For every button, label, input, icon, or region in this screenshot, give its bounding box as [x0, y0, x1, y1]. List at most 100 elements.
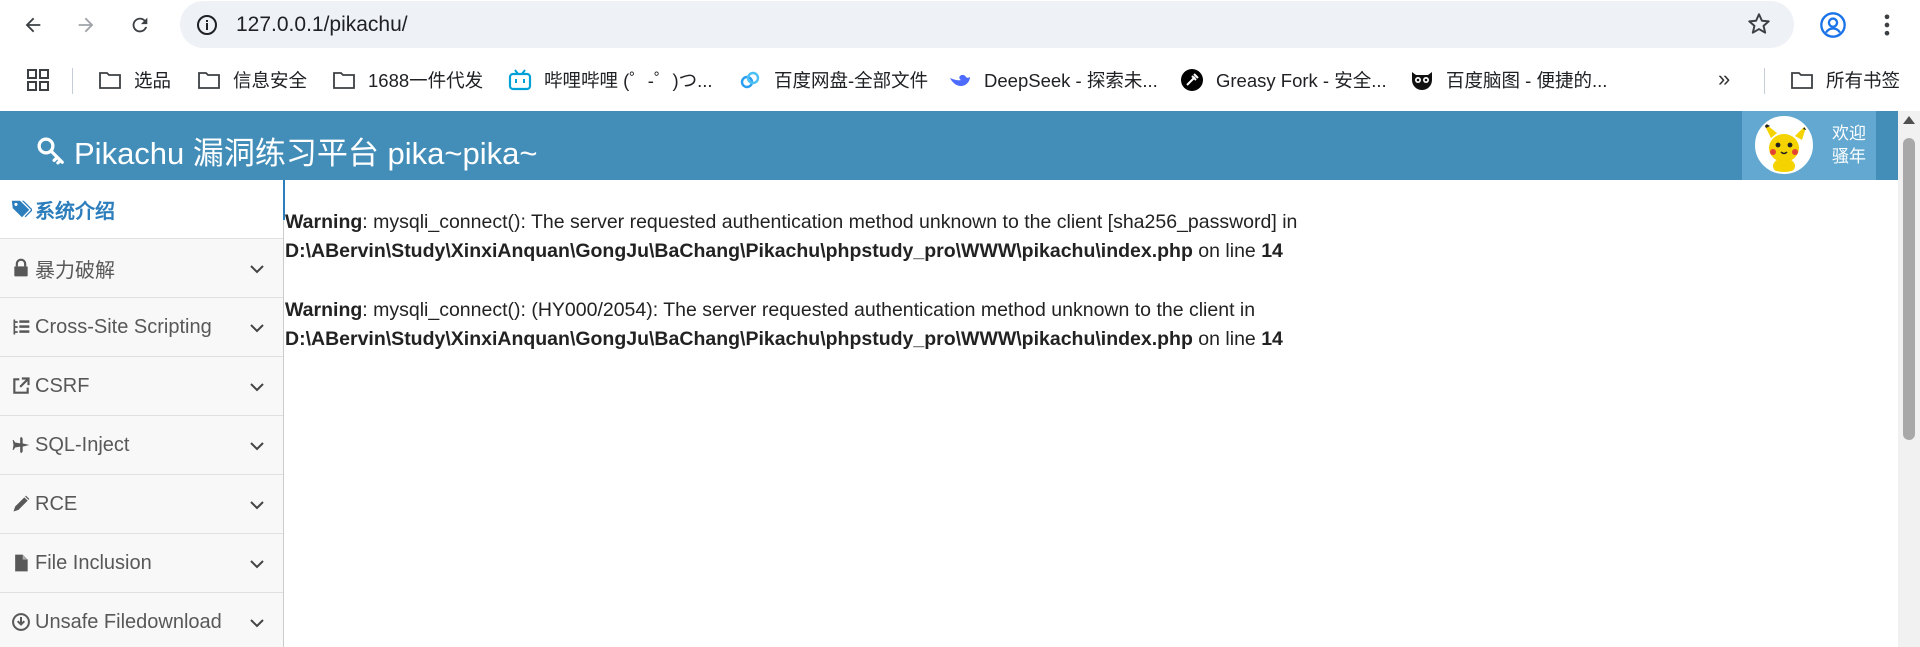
page-scrollbar[interactable] — [1898, 111, 1920, 647]
kebab-menu-icon[interactable] — [1873, 11, 1901, 39]
info-icon[interactable] — [195, 13, 219, 37]
bilibili-icon — [508, 68, 532, 92]
bookmarks-bar: 选品 信息安全 1688一件代发 哔哩哔哩 (゜-゜)つ... 百度网盘-全部文… — [0, 58, 1920, 103]
browser-toolbar: 127.0.0.1/pikachu/ — [0, 0, 1920, 50]
bookmark-item[interactable]: 选品 — [98, 64, 171, 96]
bookmark-item[interactable]: 百度网盘-全部文件 — [738, 64, 928, 96]
bookmarks-divider — [72, 68, 73, 94]
bookmark-label: 百度网盘-全部文件 — [774, 70, 929, 91]
sidebar-item-label: Unsafe Filedownload — [35, 610, 222, 633]
arrow-left-icon — [25, 17, 41, 33]
bookmark-item[interactable]: Greasy Fork - 安全... — [1180, 64, 1387, 96]
chevron-down-icon — [250, 324, 264, 333]
all-bookmarks[interactable]: 所有书签 — [1790, 64, 1900, 96]
sidebar-item-label: File Inclusion — [35, 551, 152, 574]
bookmark-label: 百度脑图 - 便捷的... — [1446, 70, 1608, 91]
sidebar-item-csrf[interactable]: CSRF — [0, 357, 283, 416]
reload-icon — [132, 17, 148, 33]
bookmark-label: Greasy Fork - 安全... — [1216, 70, 1387, 91]
sidebar-item-sql-inject[interactable]: SQL-Inject — [0, 416, 283, 475]
avatar — [1755, 116, 1813, 174]
scroll-up-arrow-icon[interactable] — [1903, 116, 1915, 124]
pencil-icon — [10, 493, 32, 515]
chevron-down-icon — [250, 501, 264, 510]
sidebar-item-brute-force[interactable]: 暴力破解 — [0, 239, 283, 298]
bookmarks-overflow-icon[interactable]: » — [1718, 66, 1730, 92]
user-greeting: 欢迎 骚年 — [1832, 122, 1866, 168]
greeting-line: 欢迎 — [1832, 124, 1866, 143]
deepseek-icon — [948, 68, 972, 92]
pikachu-avatar-icon — [1763, 122, 1807, 172]
baidu-netdisk-icon — [738, 68, 762, 92]
sidebar-item-unsafe-filedownload[interactable]: Unsafe Filedownload — [0, 593, 283, 647]
warning-line-number: 14 — [1261, 240, 1283, 262]
main-content: Warning: mysqli_connect(): The server re… — [285, 180, 1898, 647]
sidebar-item-file-inclusion[interactable]: File Inclusion — [0, 534, 283, 593]
sidebar-item-xss[interactable]: Cross-Site Scripting — [0, 298, 283, 357]
warning-message: Warning: mysqli_connect(): The server re… — [285, 208, 1297, 266]
bookmark-item[interactable]: 信息安全 — [197, 64, 307, 96]
username: 骚年 — [1832, 147, 1866, 166]
baidu-naotu-icon — [1410, 68, 1434, 92]
sidebar: 系统介绍 暴力破解 Cross-Site Scripting CSRF SQL-… — [0, 180, 284, 647]
sidebar-item-label: 暴力破解 — [35, 259, 115, 282]
chevron-down-icon — [250, 383, 264, 392]
sidebar-item-rce[interactable]: RCE — [0, 475, 283, 534]
scroll-thumb[interactable] — [1903, 138, 1915, 440]
folder-icon — [98, 68, 122, 92]
star-icon[interactable] — [1746, 11, 1772, 37]
warning-path: D:\ABervin\Study\XinxiAnquan\GongJu\BaCh… — [285, 328, 1193, 350]
warning-label: Warning — [285, 211, 363, 233]
sidebar-item-label: RCE — [35, 492, 78, 515]
warning-on-line: on line — [1192, 240, 1262, 262]
greasyfork-icon — [1180, 68, 1204, 92]
url-text[interactable]: 127.0.0.1/pikachu/ — [236, 13, 408, 37]
chevron-down-icon — [250, 619, 264, 628]
list-tree-icon — [10, 316, 32, 338]
reload-button[interactable] — [124, 9, 156, 41]
warning-on-line: on line — [1192, 328, 1262, 350]
back-button[interactable] — [17, 9, 49, 41]
forward-button[interactable] — [70, 9, 102, 41]
sidebar-item-label: 系统介绍 — [35, 200, 115, 223]
profile-icon[interactable] — [1819, 11, 1847, 39]
warning-text: : mysqli_connect(): The server requested… — [362, 211, 1298, 233]
bookmark-label: 哔哩哔哩 (゜-゜)つ... — [544, 70, 713, 91]
arrow-right-icon — [78, 17, 94, 33]
warning-line-number: 14 — [1261, 328, 1283, 350]
address-bar[interactable]: 127.0.0.1/pikachu/ — [180, 1, 1794, 48]
sidebar-item-label: SQL-Inject — [35, 433, 130, 456]
sidebar-item-intro[interactable]: 系统介绍 — [0, 180, 283, 239]
user-menu[interactable]: 欢迎 骚年 — [1742, 111, 1876, 180]
app-header: Pikachu 漏洞练习平台 pika~pika~ 欢迎 骚年 — [0, 111, 1898, 180]
tags-icon — [10, 198, 32, 220]
sidebar-item-label: CSRF — [35, 374, 90, 397]
download-circle-icon — [10, 611, 32, 633]
bookmark-label: 选品 — [134, 70, 172, 91]
bookmark-item[interactable]: 1688一件代发 — [332, 64, 483, 96]
bookmark-label: 信息安全 — [233, 70, 308, 91]
folder-icon — [1790, 68, 1814, 92]
warning-message: Warning: mysqli_connect(): (HY000/2054):… — [285, 296, 1283, 354]
bookmarks-divider — [1764, 68, 1765, 94]
app-title: Pikachu 漏洞练习平台 pika~pika~ — [74, 136, 538, 171]
folder-icon — [332, 68, 356, 92]
apps-grid-icon[interactable] — [26, 68, 50, 92]
key-icon — [37, 137, 64, 164]
warning-label: Warning — [285, 299, 363, 321]
sidebar-item-label: Cross-Site Scripting — [35, 315, 212, 338]
bookmark-item[interactable]: DeepSeek - 探索未... — [948, 64, 1158, 96]
warning-path: D:\ABervin\Study\XinxiAnquan\GongJu\BaCh… — [285, 240, 1193, 262]
bookmark-item[interactable]: 哔哩哔哩 (゜-゜)つ... — [508, 64, 713, 96]
bookmark-label: DeepSeek - 探索未... — [984, 70, 1158, 91]
app-brand[interactable]: Pikachu 漏洞练习平台 pika~pika~ — [36, 128, 537, 173]
warning-text: : mysqli_connect(): (HY000/2054): The se… — [362, 299, 1256, 321]
plane-icon — [10, 434, 32, 456]
lock-icon — [10, 257, 32, 279]
bookmark-item[interactable]: 百度脑图 - 便捷的... — [1410, 64, 1607, 96]
folder-icon — [197, 68, 221, 92]
chevron-down-icon — [250, 560, 264, 569]
chevron-down-icon — [250, 265, 264, 274]
bookmark-label: 1688一件代发 — [368, 70, 484, 91]
file-icon — [10, 552, 32, 574]
